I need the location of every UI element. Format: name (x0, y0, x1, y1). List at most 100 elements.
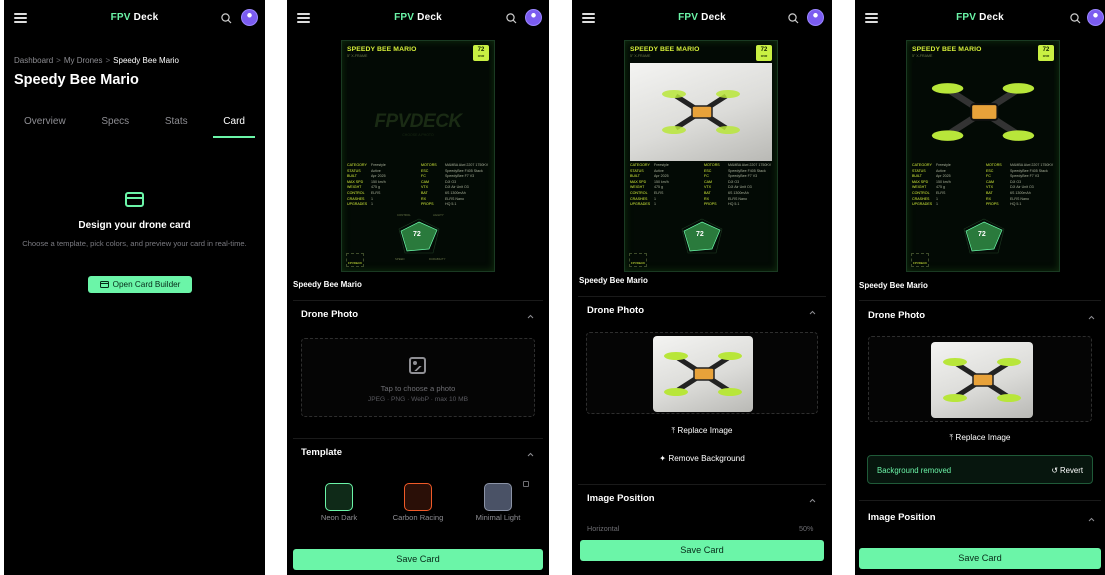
card-specs: CATEGORY Freestyle STATUS Active BUILT Apr … (630, 163, 772, 207)
horizontal-label: Horizontal (587, 524, 620, 533)
undo-icon: ↺ (1051, 466, 1061, 475)
photo-dropzone[interactable]: Tap to choose a photo JPEG · PNG · WebP … (301, 338, 535, 417)
card-preview: SPEEDY BEE MARIO 5" X-FRAME 72 OVR CATEGO… (906, 40, 1060, 272)
replace-image-button[interactable]: ⤒ Replace Image (855, 433, 1105, 443)
card-subtitle: 5" X-FRAME (912, 54, 933, 58)
lock-icon (523, 481, 529, 487)
template-minimal-light[interactable] (484, 483, 512, 511)
card-icon (99, 281, 109, 288)
spec-column-right: MOTORS MAMBA Aiwi 2207 1750KV ESC SpeedyBe… (421, 163, 489, 208)
template-neon-dark[interactable] (325, 483, 353, 511)
drone-photo-section: Drone Photo (859, 300, 1101, 321)
avatar[interactable] (807, 9, 824, 26)
save-card-button[interactable]: Save Card (293, 549, 543, 570)
section-title[interactable]: Drone Photo (301, 309, 358, 320)
section-title[interactable]: Drone Photo (587, 305, 644, 316)
screen-card-builder-photo: FPV Deck SPEEDY BEE MARIO 5" X-FRAME 72 OV… (572, 0, 832, 575)
screen-card-tab: FPV Deck Dashboard > My Drones > Speedy Bee M… (4, 0, 265, 575)
avatar[interactable] (525, 9, 542, 26)
avatar[interactable] (241, 9, 258, 26)
card-title: SPEEDY BEE MARIO (630, 46, 700, 53)
chevron-up-icon[interactable] (1088, 516, 1095, 523)
card-subtitle: 5" X-FRAME (630, 54, 651, 58)
card-logo: FPVDECK (346, 253, 364, 267)
section-title[interactable]: Template (301, 447, 342, 458)
radar-score: 72 (413, 231, 421, 238)
radar-chart: 72 (670, 213, 734, 263)
save-card-button[interactable]: Save Card (859, 548, 1101, 569)
photo-thumbnail[interactable] (653, 336, 753, 412)
page-title: Speedy Bee Mario (14, 72, 139, 88)
empty-state-title: Design your drone card (78, 220, 191, 231)
card-photo-cutout (912, 63, 1054, 161)
image-position-section: Image Position (859, 500, 1101, 523)
avatar[interactable] (1087, 9, 1104, 26)
remove-background-button[interactable]: ✦ Remove Background (572, 453, 832, 463)
card-preview: SPEEDY BEE MARIO 5" X-FRAME 72 OVR FPVDEC… (341, 40, 495, 272)
card-title: SPEEDY BEE MARIO (912, 46, 982, 53)
drone-photo (931, 83, 1035, 141)
app-bar: FPV Deck (287, 0, 549, 38)
card-preview: SPEEDY BEE MARIO 5" X-FRAME 72 OVR CATEGO… (624, 40, 778, 272)
search-icon[interactable] (506, 13, 517, 24)
screen-card-builder-empty: FPV Deck SPEEDY BEE MARIO 5" X-FRAME 72 OV… (287, 0, 549, 575)
card-logo: FPVDECK (911, 253, 929, 267)
chevron-up-icon[interactable] (527, 451, 534, 458)
drone-name: Speedy Bee Mario (293, 280, 362, 289)
search-icon[interactable] (221, 13, 232, 24)
overall-score-badge: 72 OVR (1038, 45, 1054, 61)
chevron-up-icon[interactable] (527, 313, 534, 320)
search-icon[interactable] (788, 13, 799, 24)
card-watermark-sub: CHOOSE A PHOTO (402, 133, 434, 137)
section-title[interactable]: Image Position (587, 493, 655, 504)
image-icon (409, 357, 426, 374)
app-bar: FPV Deck (855, 0, 1105, 38)
search-icon[interactable] (1070, 13, 1081, 24)
drone-name: Speedy Bee Mario (859, 281, 928, 290)
drone-photo (662, 90, 740, 134)
breadcrumb-dashboard[interactable]: Dashboard (14, 56, 53, 65)
spec-row: UPGRADES 1 (347, 202, 373, 207)
background-removed-banner: Background removed ↺ Revert (867, 455, 1093, 484)
photo-thumbnail[interactable] (931, 342, 1033, 418)
tab-card[interactable]: Card (213, 116, 255, 138)
tab-bar: Overview Specs Stats Card (14, 116, 255, 138)
card-title: SPEEDY BEE MARIO (347, 46, 417, 53)
spec-column-left: CATEGORY Freestyle STATUS Active BUILT Apr … (347, 163, 415, 208)
horizontal-value: 50% (799, 524, 814, 533)
tab-stats[interactable]: Stats (165, 116, 188, 138)
tab-specs[interactable]: Specs (101, 116, 129, 138)
photo-preview-area (586, 332, 818, 414)
chevron-up-icon[interactable] (809, 309, 816, 316)
template-label: Carbon Racing (392, 513, 444, 522)
template-label: Neon Dark (320, 513, 358, 522)
breadcrumb: Dashboard > My Drones > Speedy Bee Mario (14, 56, 179, 65)
revert-button[interactable]: ↺ Revert (1051, 466, 1083, 475)
card-icon (125, 192, 144, 207)
save-card-button[interactable]: Save Card (580, 540, 824, 561)
card-specs: CATEGORY Freestyle STATUS Active BUILT Apr … (912, 163, 1054, 207)
template-label: Minimal Light (475, 513, 521, 522)
open-card-builder-button[interactable]: Open Card Builder (88, 276, 192, 293)
chevron-up-icon[interactable] (1088, 314, 1095, 321)
card-photo-placeholder: FPVDECK CHOOSE A PHOTO (347, 63, 489, 161)
section-title[interactable]: Image Position (868, 512, 936, 523)
template-carbon-racing[interactable] (404, 483, 432, 511)
breadcrumb-current: Speedy Bee Mario (113, 56, 179, 65)
section-title[interactable]: Drone Photo (868, 310, 925, 321)
overall-score-badge: 72 OVR (473, 45, 489, 61)
radar-score: 72 (978, 231, 986, 238)
replace-image-button[interactable]: ⤒ Replace Image (572, 426, 832, 436)
tab-overview[interactable]: Overview (24, 116, 66, 138)
empty-state-description: Choose a template, pick colors, and prev… (22, 239, 247, 248)
chevron-up-icon[interactable] (809, 497, 816, 504)
radar-score: 72 (696, 231, 704, 238)
breadcrumb-my-drones[interactable]: My Drones (64, 56, 103, 65)
radar-chart: CONTROL AGILITY SPEED DURABILITY 72 (395, 213, 446, 261)
app-logo[interactable]: FPV Deck (855, 12, 1105, 23)
template-section: Template (293, 438, 543, 458)
banner-message: Background removed (877, 466, 952, 475)
card-specs: CATEGORY Freestyle STATUS Active BUILT Apr … (347, 163, 489, 208)
app-bar: FPV Deck (572, 0, 832, 38)
app-bar: FPV Deck (4, 0, 265, 38)
